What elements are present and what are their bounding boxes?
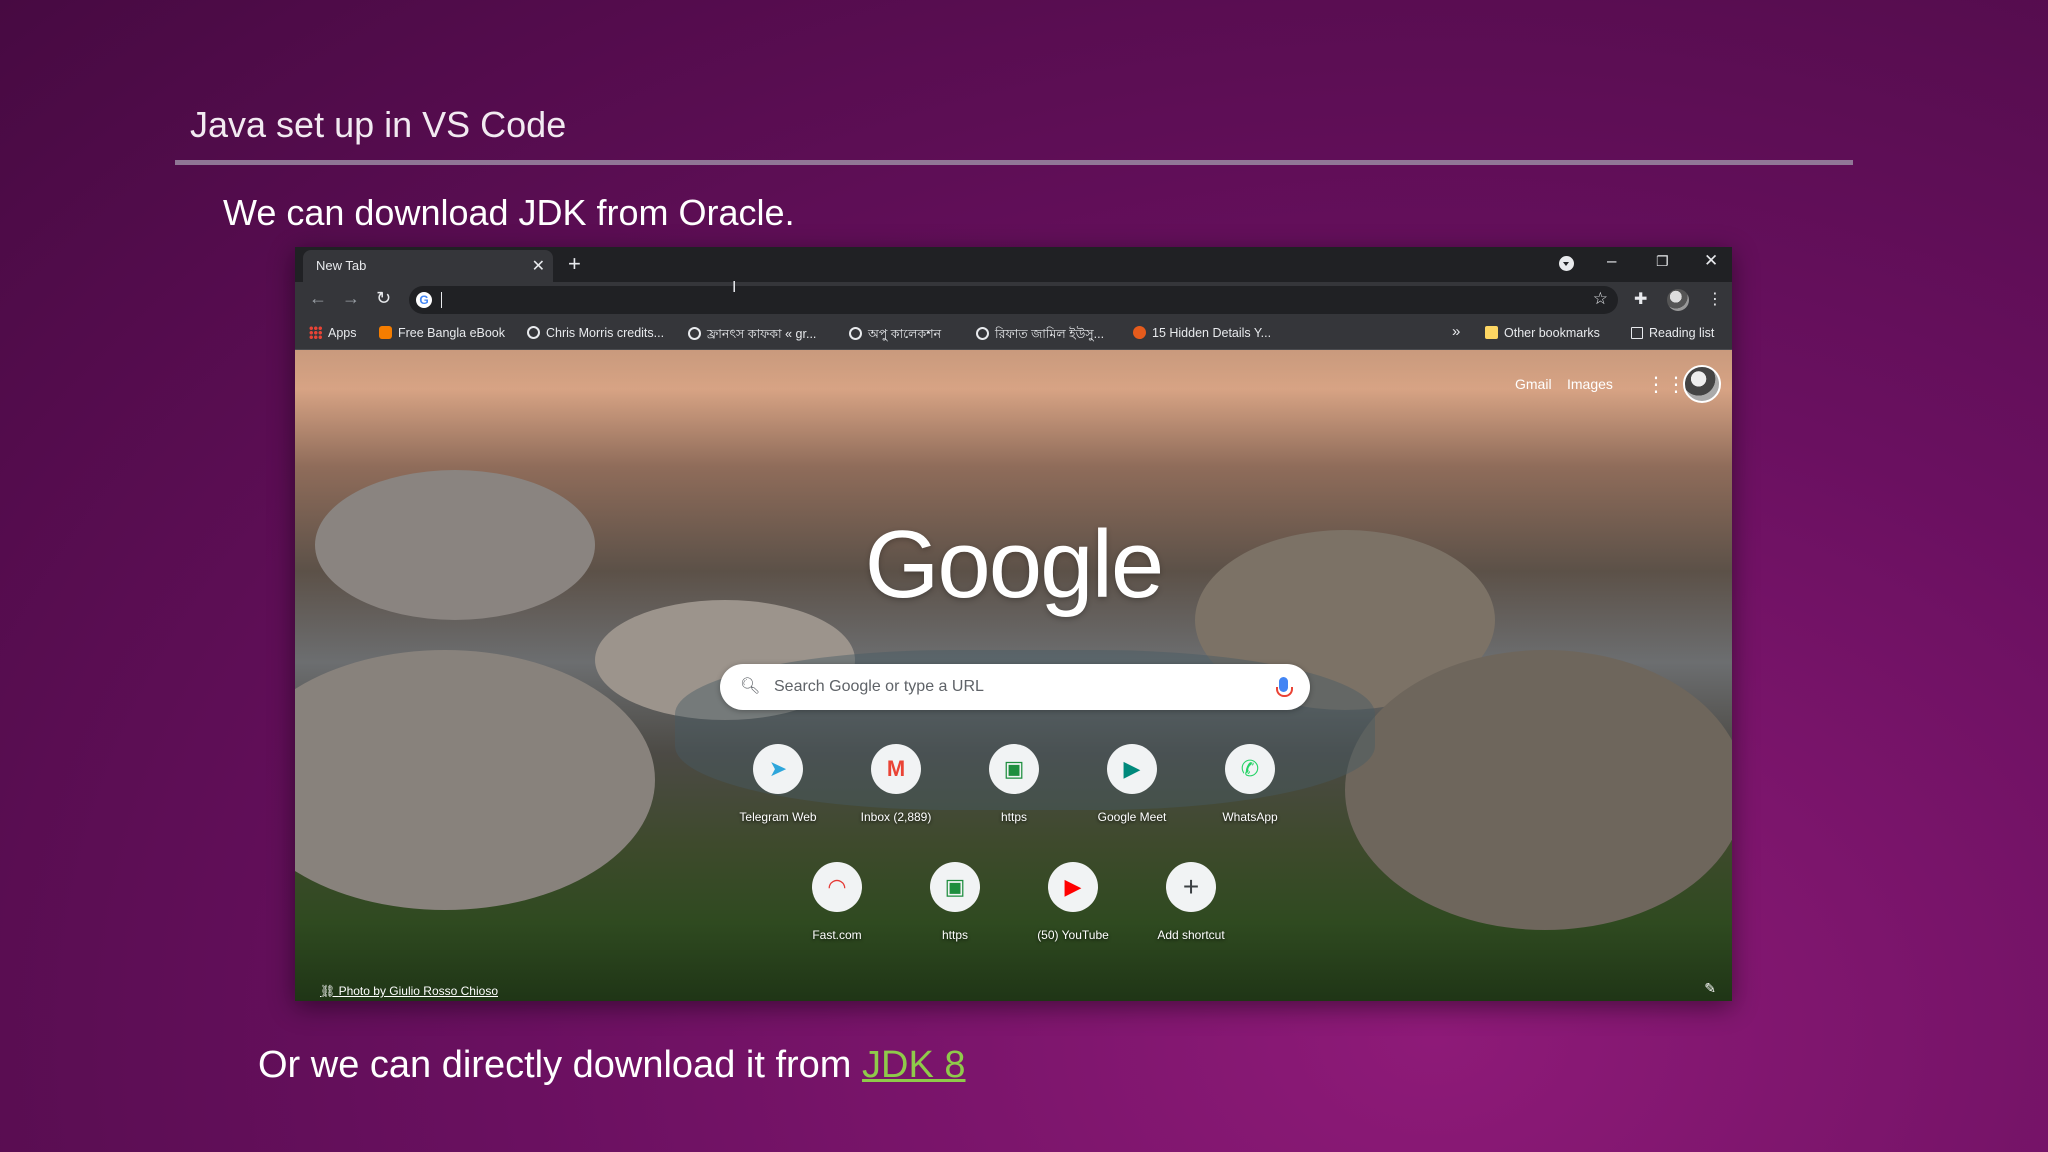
search-icon: 🔍︎	[740, 678, 761, 695]
bookmark-label: রিফাত জামিল ইউসু...	[995, 327, 1105, 341]
shortcut-label: WhatsApp	[1222, 810, 1278, 824]
gmail-icon: M	[871, 744, 921, 794]
bookmark-rifat-jamil[interactable]: রিফাত জামিল ইউসু...	[976, 326, 1104, 346]
search-input[interactable]: Search Google or type a URL	[774, 678, 984, 696]
profile-avatar-small[interactable]	[1667, 289, 1689, 311]
bookmark-label: Chris Morris credits...	[546, 326, 665, 340]
bookmarks-overflow-button[interactable]: »	[1452, 323, 1460, 340]
bookmark-label: Free Bangla eBook	[398, 326, 506, 340]
site-icon	[1133, 326, 1146, 339]
globe-icon	[976, 327, 989, 340]
bookmark-chris-morris[interactable]: Chris Morris credits...	[527, 326, 664, 340]
bookmark-label: ফ্রানৎস কাফকা « gr...	[707, 327, 817, 341]
folder-icon	[1485, 326, 1498, 339]
jdk8-link[interactable]: JDK 8	[862, 1044, 965, 1086]
account-avatar[interactable]	[1683, 365, 1721, 403]
blogger-icon	[379, 326, 392, 339]
bookmark-label: Apps	[328, 326, 357, 340]
new-tab-page: Gmail Images ⋮⋮⋮ Google 🔍︎ Search Google…	[295, 350, 1732, 1001]
shortcut-fast-com[interactable]: ◠ Fast.com	[778, 862, 896, 942]
globe-icon	[527, 326, 540, 339]
bookmark-star-icon[interactable]: ☆	[1593, 289, 1608, 309]
bookmark-apps[interactable]: Apps	[309, 326, 357, 340]
browser-window: New Tab ✕ + – ❐ ✕ ← → ↻ G ☆ ✚ ⋮ I Apps F…	[295, 247, 1732, 1001]
toolbar: ← → ↻ G ☆ ✚ ⋮	[295, 282, 1732, 318]
classroom-icon: ▣	[930, 862, 980, 912]
shortcut-youtube[interactable]: ▶ (50) YouTube	[1014, 862, 1132, 942]
globe-icon	[849, 327, 862, 340]
images-link[interactable]: Images	[1567, 376, 1613, 392]
restore-icon[interactable]: ❐	[1656, 253, 1669, 270]
bottom-text: Or we can directly download it from JDK …	[258, 1044, 966, 1087]
photo-credit-text: Photo by Giulio Rosso Chioso	[338, 984, 498, 998]
text-caret	[441, 292, 442, 308]
reading-list[interactable]: Reading list	[1631, 326, 1714, 340]
forward-icon[interactable]: →	[342, 288, 360, 309]
telegram-icon: ➤	[753, 744, 803, 794]
classroom-icon: ▣	[989, 744, 1039, 794]
reload-icon[interactable]: ↻	[376, 288, 391, 309]
title-divider	[175, 160, 1853, 165]
mouse-cursor-icon: I	[732, 279, 737, 296]
shortcut-https-classroom-2[interactable]: ▣ https	[896, 862, 1014, 942]
meet-icon: ▶	[1107, 744, 1157, 794]
link-icon: ⛓	[320, 984, 339, 998]
menu-icon[interactable]: ⋮	[1707, 289, 1723, 309]
reading-list-icon	[1631, 327, 1643, 339]
new-tab-icon[interactable]: +	[568, 251, 581, 277]
other-bookmarks[interactable]: Other bookmarks	[1485, 326, 1600, 340]
background-rock	[295, 650, 655, 910]
gmail-link[interactable]: Gmail	[1515, 376, 1552, 392]
shortcut-label: Google Meet	[1097, 810, 1167, 824]
tab-search-icon[interactable]	[1559, 256, 1574, 271]
bottom-text-prefix: Or we can directly download it from	[258, 1044, 863, 1086]
bookmarks-bar: Apps Free Bangla eBook Chris Morris cred…	[295, 318, 1732, 350]
globe-icon	[688, 327, 701, 340]
slide-title: Java set up in VS Code	[190, 104, 567, 145]
shortcut-telegram-web[interactable]: ➤ Telegram Web	[719, 744, 837, 824]
back-icon[interactable]: ←	[309, 288, 327, 309]
background-rock	[1345, 650, 1732, 930]
apps-icon	[309, 326, 322, 339]
shortcut-label: Fast.com	[812, 928, 862, 942]
bookmark-apu-collection[interactable]: অপু কালেকশন	[849, 326, 941, 346]
photo-credit-link[interactable]: ⛓ Photo by Giulio Rosso Chioso	[320, 984, 498, 998]
microphone-icon[interactable]	[1276, 677, 1293, 697]
shortcut-label: (50) YouTube	[1037, 928, 1109, 942]
shortcut-label: https	[941, 928, 968, 942]
shortcut-inbox[interactable]: M Inbox (2,889)	[837, 744, 955, 824]
bookmark-free-bangla-ebook[interactable]: Free Bangla eBook	[379, 326, 505, 340]
close-icon[interactable]: ✕	[532, 256, 545, 276]
bookmark-hidden-details[interactable]: 15 Hidden Details Y...	[1133, 326, 1271, 340]
google-logo: Google	[864, 511, 1165, 618]
youtube-icon: ▶	[1048, 862, 1098, 912]
customize-pencil-icon[interactable]: ✎	[1704, 980, 1716, 997]
window-close-icon[interactable]: ✕	[1704, 251, 1718, 271]
add-shortcut-button[interactable]: + Add shortcut	[1132, 862, 1250, 942]
speedometer-icon: ◠	[812, 862, 862, 912]
shortcut-label: https	[1000, 810, 1027, 824]
shortcut-label: Add shortcut	[1157, 928, 1225, 942]
minimize-icon[interactable]: –	[1607, 251, 1616, 271]
whatsapp-icon: ✆	[1225, 744, 1275, 794]
google-icon: G	[416, 292, 432, 308]
slide-subtitle: We can download JDK from Oracle.	[223, 192, 795, 233]
shortcut-whatsapp[interactable]: ✆ WhatsApp	[1191, 744, 1309, 824]
shortcut-label: Inbox (2,889)	[860, 810, 932, 824]
other-bookmarks-label: Other bookmarks	[1504, 326, 1600, 340]
bookmark-label: 15 Hidden Details Y...	[1152, 326, 1272, 340]
shortcut-https-classroom[interactable]: ▣ https	[955, 744, 1073, 824]
plus-icon: +	[1166, 862, 1216, 912]
shortcut-label: Telegram Web	[739, 810, 817, 824]
bookmark-kafka[interactable]: ফ্রানৎস কাফকা « gr...	[688, 326, 816, 346]
tab-new-tab[interactable]: New Tab ✕	[303, 250, 553, 282]
extensions-icon[interactable]: ✚	[1634, 289, 1647, 309]
bookmark-label: অপু কালেকশন	[868, 327, 942, 341]
shortcut-google-meet[interactable]: ▶ Google Meet	[1073, 744, 1191, 824]
tab-strip: New Tab ✕ + – ❐ ✕	[295, 247, 1732, 282]
search-box[interactable]: 🔍︎ Search Google or type a URL	[720, 664, 1310, 710]
tab-title: New Tab	[316, 258, 367, 273]
address-bar[interactable]: G ☆	[409, 286, 1618, 314]
reading-list-label: Reading list	[1649, 326, 1715, 340]
